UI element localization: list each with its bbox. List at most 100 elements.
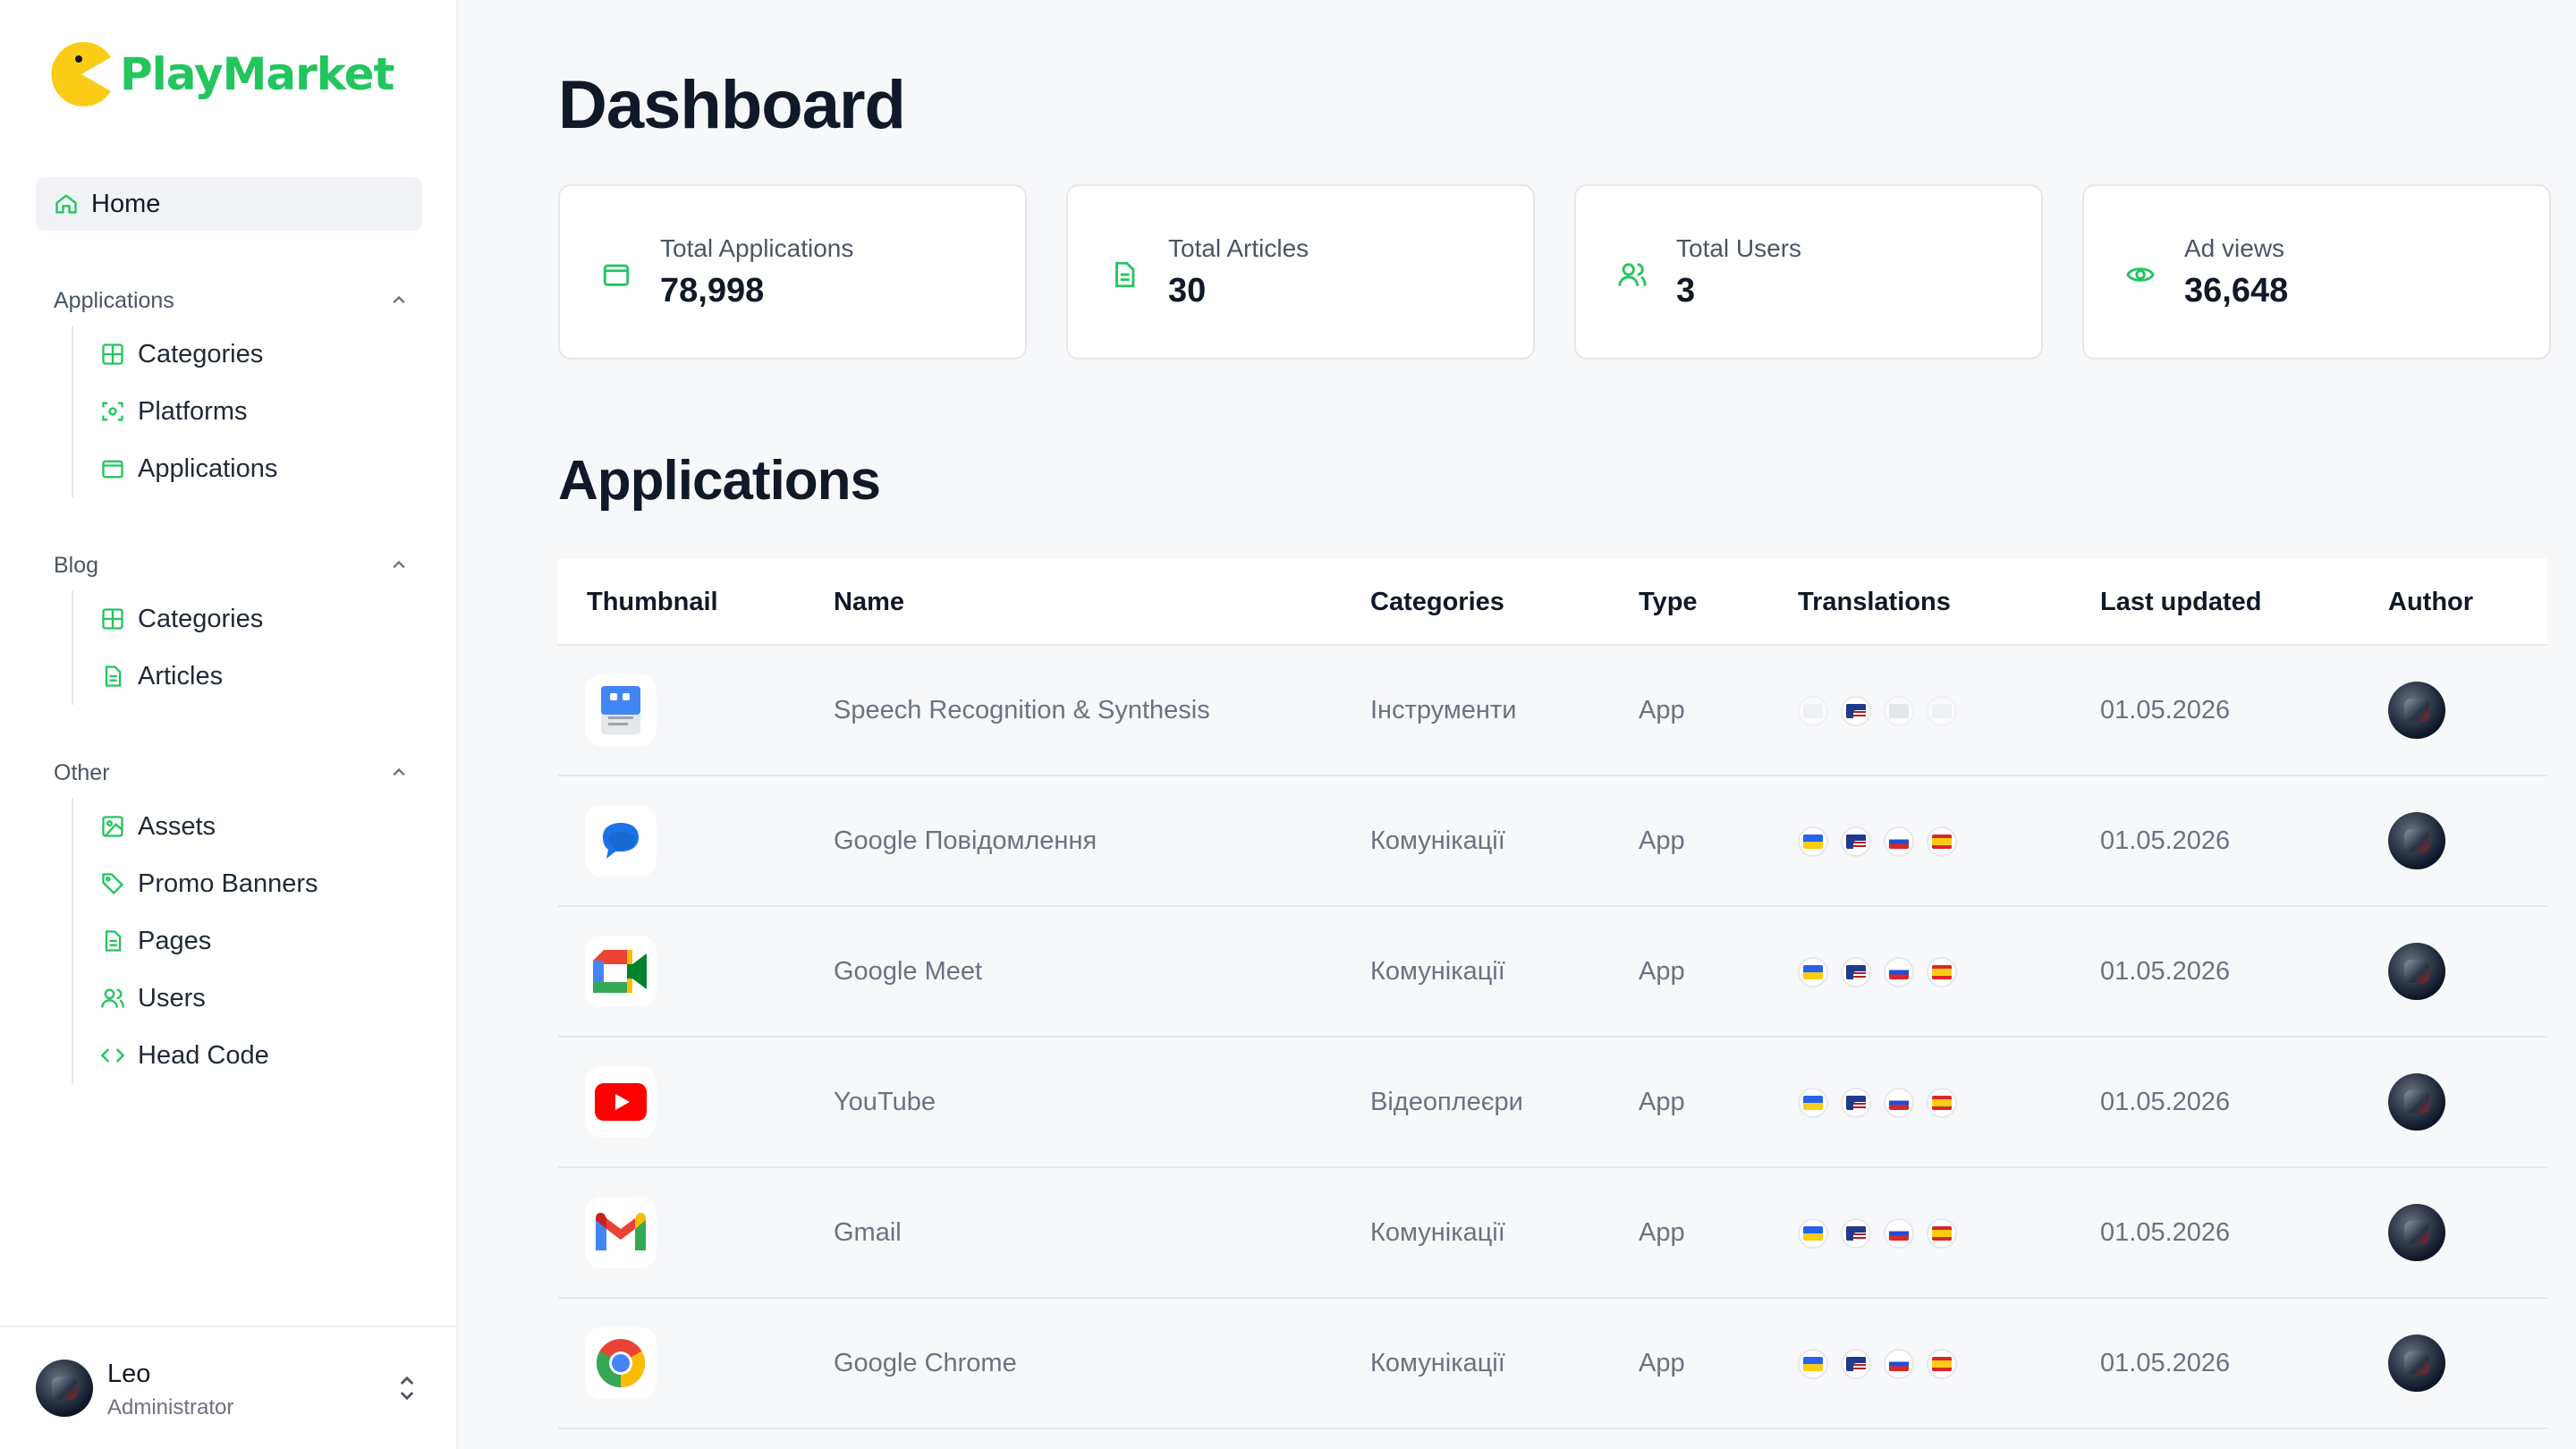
sidebar-item-assets[interactable]: Assets: [73, 798, 318, 855]
flag-ua-icon: [1798, 826, 1828, 857]
chevron-up-icon[interactable]: [386, 288, 411, 313]
stat-card-total-users: Total Users 3: [1574, 184, 2043, 360]
stat-card-ad-views: Ad views 36,648: [2082, 184, 2551, 360]
sidebar: PlayMarket Home Applications Categories …: [0, 0, 458, 1449]
app-name[interactable]: Gmail: [834, 1168, 902, 1297]
column-header-name[interactable]: Name: [834, 558, 904, 646]
flag-ua-icon: [1798, 1088, 1828, 1118]
author-avatar[interactable]: [2388, 1073, 2445, 1131]
tag-icon: [102, 873, 124, 895]
flag-empty-icon: [1884, 696, 1914, 726]
logo[interactable]: PlayMarket: [48, 41, 394, 107]
chrome-app-icon: [596, 1339, 646, 1387]
sidebar-section-blog[interactable]: Blog: [54, 547, 411, 583]
messages-app-icon: [603, 823, 639, 859]
column-header-type[interactable]: Type: [1639, 558, 1698, 646]
flag-empty-icon: [1798, 696, 1828, 726]
sidebar-item-blog-categories[interactable]: Categories: [73, 590, 263, 648]
last-updated: 01.05.2026: [2100, 1088, 2231, 1116]
sidebar-item-users[interactable]: Users: [73, 970, 318, 1027]
sidebar-section-other[interactable]: Other: [54, 755, 411, 791]
flag-us-icon: [1841, 1088, 1871, 1118]
author-avatar[interactable]: [2388, 1204, 2445, 1261]
table-header: Thumbnail Name Categories Type Translati…: [558, 558, 2547, 646]
flag-us-icon: [1841, 1349, 1871, 1379]
sidebar-item-articles[interactable]: Articles: [73, 648, 263, 705]
thumbnail: [585, 936, 657, 1007]
sidebar-item-head-code[interactable]: Head Code: [73, 1027, 318, 1084]
app-name[interactable]: Speech Recognition & Synthesis: [834, 646, 1210, 775]
stat-value: 36,648: [2184, 272, 2289, 309]
section-title: Other: [54, 759, 110, 785]
sidebar-item-label: Home: [91, 189, 161, 218]
flag-es-icon: [1927, 957, 1957, 987]
app-name[interactable]: Google Chrome: [834, 1299, 1017, 1428]
column-header-last-updated[interactable]: Last updated: [2100, 558, 2261, 646]
last-updated: 01.05.2026: [2100, 1349, 2231, 1377]
column-header-thumbnail[interactable]: Thumbnail: [587, 558, 718, 646]
sidebar-group-blog: Categories Articles: [72, 590, 263, 705]
applications-table: Thumbnail Name Categories Type Translati…: [558, 558, 2547, 1429]
stat-value: 78,998: [660, 272, 765, 309]
table-row[interactable]: Speech Recognition & Synthesis Інструмен…: [558, 646, 2547, 776]
flag-es-icon: [1927, 1088, 1957, 1118]
thumbnail: [585, 805, 657, 877]
app-category: Комунікації: [1370, 957, 1505, 986]
sidebar-item-label: Categories: [138, 339, 264, 369]
table-row[interactable]: YouTube Відеоплеєри App 01.05.2026: [558, 1038, 2547, 1168]
translations: [1798, 826, 1970, 857]
app-name[interactable]: Google Повідомлення: [834, 776, 1097, 905]
chevron-up-icon[interactable]: [386, 760, 411, 785]
user-role: Administrator: [107, 1395, 234, 1419]
sidebar-item-applications[interactable]: Applications: [73, 440, 277, 497]
sidebar-item-label: Promo Banners: [138, 869, 318, 898]
flag-ru-icon: [1884, 1088, 1914, 1118]
table-row[interactable]: Gmail Комунікації App 01.05.2026: [558, 1168, 2547, 1299]
sidebar-item-platforms[interactable]: Platforms: [73, 383, 277, 440]
flag-ru-icon: [1884, 957, 1914, 987]
section-title: Applications: [54, 287, 174, 313]
table-row[interactable]: Google Meet Комунікації App 01.05.2026: [558, 907, 2547, 1038]
app-type: App: [1639, 696, 1685, 724]
translations: [1798, 1088, 1970, 1118]
translations: [1798, 957, 1970, 987]
column-header-translations[interactable]: Translations: [1798, 558, 1951, 646]
table-row[interactable]: Google Повідомлення Комунікації App 01.0…: [558, 776, 2547, 907]
author-avatar[interactable]: [2388, 1335, 2445, 1392]
stat-label: Total Articles: [1168, 234, 1309, 262]
sidebar-item-home[interactable]: Home: [36, 177, 422, 231]
column-header-author[interactable]: Author: [2388, 558, 2473, 646]
chevron-up-icon[interactable]: [386, 553, 411, 578]
flag-us-icon: [1841, 1218, 1871, 1249]
sidebar-item-pages[interactable]: Pages: [73, 912, 318, 970]
sidebar-item-app-categories[interactable]: Categories: [73, 326, 277, 383]
thumbnail: [585, 1327, 657, 1399]
translations: [1798, 696, 1970, 726]
app-type: App: [1639, 1349, 1685, 1377]
author-avatar[interactable]: [2388, 682, 2445, 739]
sidebar-item-label: Applications: [138, 453, 278, 483]
window-icon: [102, 460, 123, 479]
author-avatar[interactable]: [2388, 943, 2445, 1000]
stat-value: 3: [1676, 272, 1696, 309]
column-header-categories[interactable]: Categories: [1370, 558, 1504, 646]
app-category: Комунікації: [1370, 826, 1505, 855]
sidebar-section-applications[interactable]: Applications: [54, 283, 411, 318]
sidebar-item-promo-banners[interactable]: Promo Banners: [73, 855, 318, 912]
code-icon: [100, 1048, 125, 1063]
flag-us-icon: [1841, 957, 1871, 987]
flag-es-icon: [1927, 826, 1957, 857]
avatar: [36, 1360, 93, 1417]
chevrons-up-down-icon[interactable]: [394, 1372, 420, 1404]
pacman-logo-icon: [51, 42, 111, 106]
stat-card-total-applications: Total Applications 78,998: [558, 184, 1027, 360]
app-name[interactable]: Google Meet: [834, 907, 982, 1036]
app-name[interactable]: YouTube: [834, 1038, 936, 1166]
author-avatar[interactable]: [2388, 812, 2445, 869]
flag-ru-icon: [1884, 826, 1914, 857]
flag-es-icon: [1927, 1349, 1957, 1379]
translations: [1798, 1218, 1970, 1249]
stat-label: Total Applications: [660, 234, 854, 262]
user-menu[interactable]: Leo Administrator: [0, 1326, 458, 1449]
table-row[interactable]: Google Chrome Комунікації App 01.05.2026: [558, 1299, 2547, 1429]
